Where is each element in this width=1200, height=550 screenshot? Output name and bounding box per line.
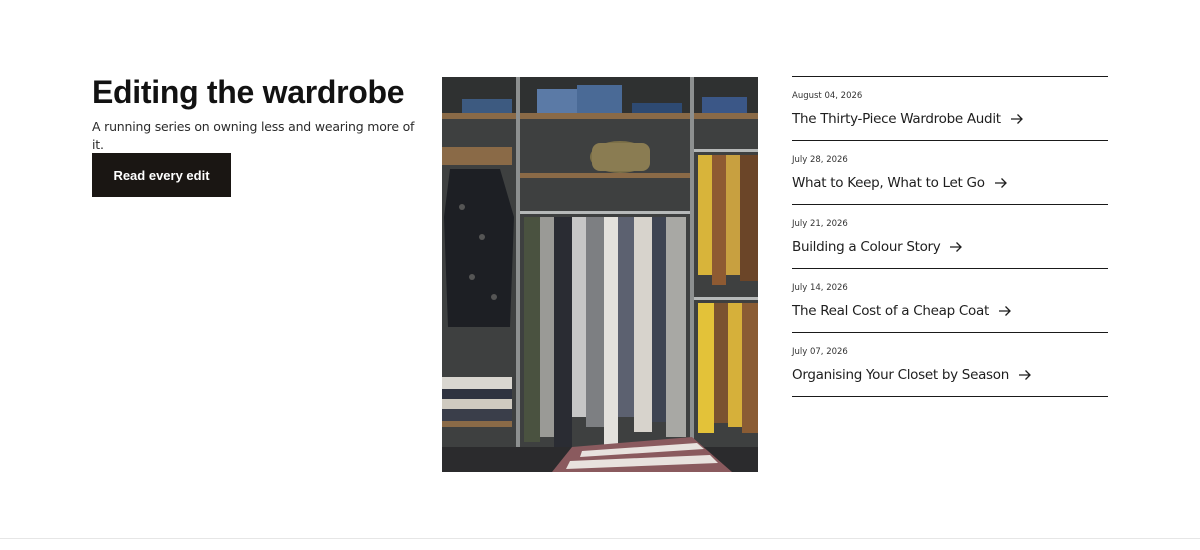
post-item[interactable]: July 28, 2026 What to Keep, What to Let …	[792, 140, 1108, 204]
intro-block: Editing the wardrobe A running series on…	[92, 76, 422, 154]
post-title: What to Keep, What to Let Go	[792, 175, 985, 191]
arrow-right-icon	[949, 241, 963, 253]
section-subtitle: A running series on owning less and wear…	[92, 119, 415, 152]
wardrobe-image	[442, 77, 758, 472]
post-link[interactable]: The Real Cost of a Cheap Coat	[792, 302, 1108, 320]
post-list: August 04, 2026 The Thirty-Piece Wardrob…	[792, 76, 1108, 397]
read-every-edit-button[interactable]: Read every edit	[92, 153, 231, 197]
post-link[interactable]: The Thirty-Piece Wardrobe Audit	[792, 110, 1108, 128]
arrow-right-icon	[1018, 369, 1032, 381]
arrow-right-icon	[998, 305, 1012, 317]
post-link[interactable]: Building a Colour Story	[792, 238, 1108, 256]
arrow-right-icon	[994, 177, 1008, 189]
post-title: The Real Cost of a Cheap Coat	[792, 303, 989, 319]
post-date: July 07, 2026	[792, 347, 848, 357]
post-date: July 21, 2026	[792, 219, 848, 229]
post-item[interactable]: August 04, 2026 The Thirty-Piece Wardrob…	[792, 76, 1108, 140]
post-date: August 04, 2026	[792, 91, 863, 101]
post-item[interactable]: July 14, 2026 The Real Cost of a Cheap C…	[792, 268, 1108, 332]
section-divider	[0, 538, 1200, 539]
arrow-right-icon	[1010, 113, 1024, 125]
post-link[interactable]: What to Keep, What to Let Go	[792, 174, 1108, 192]
post-title: The Thirty-Piece Wardrobe Audit	[792, 111, 1001, 127]
blog-feature-section: Editing the wardrobe A running series on…	[0, 0, 1200, 540]
post-title: Organising Your Closet by Season	[792, 367, 1010, 383]
section-title: Editing the wardrobe	[92, 74, 405, 110]
post-item[interactable]: July 07, 2026 Organising Your Closet by …	[792, 332, 1108, 397]
post-link[interactable]: Organising Your Closet by Season	[792, 366, 1108, 384]
post-item[interactable]: July 21, 2026 Building a Colour Story	[792, 204, 1108, 268]
post-date: July 28, 2026	[792, 155, 848, 165]
post-title: Building a Colour Story	[792, 239, 941, 255]
post-date: July 14, 2026	[792, 283, 848, 293]
